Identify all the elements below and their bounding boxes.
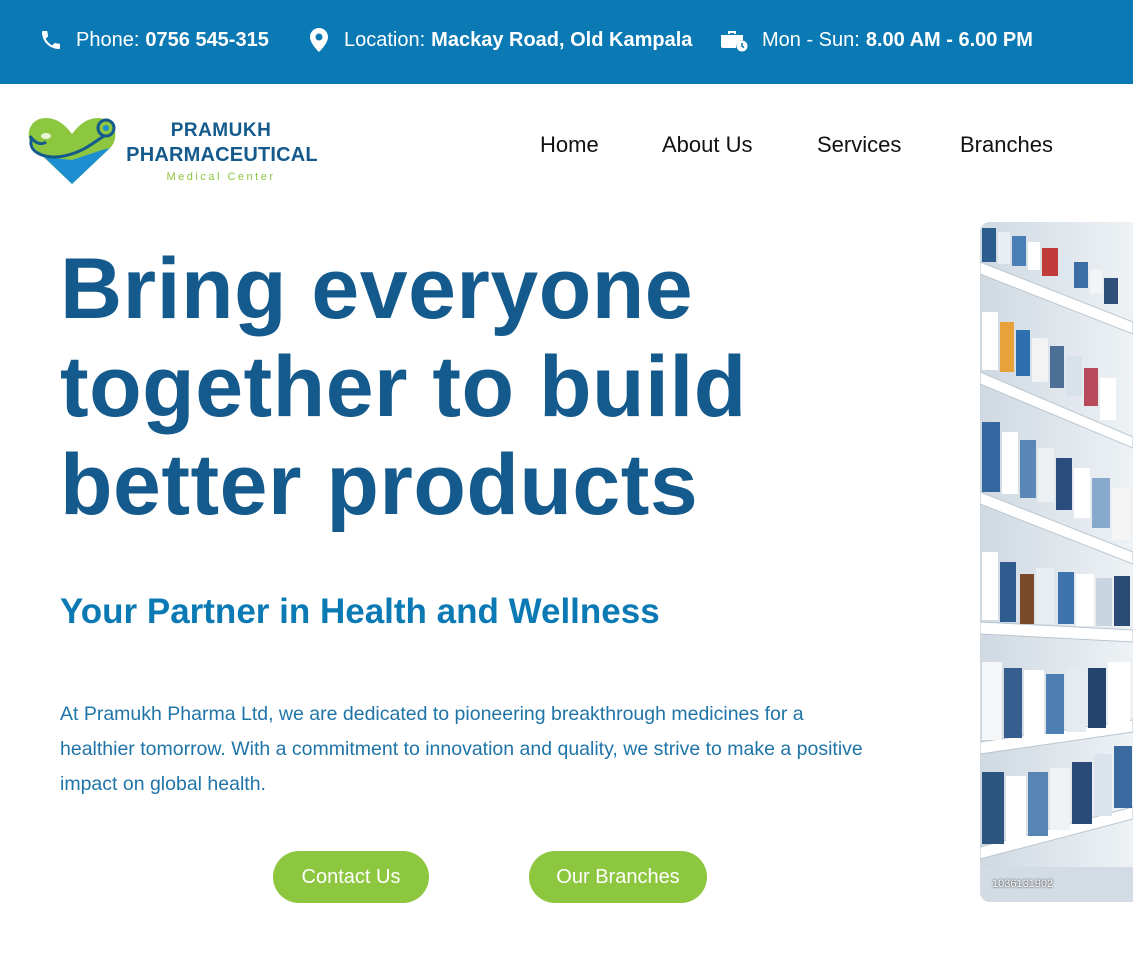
hero-description: At Pramukh Pharma Ltd, we are dedicated …: [60, 703, 863, 795]
site-logo[interactable]: PRAMUKH PHARMACEUTICAL Medical Center: [24, 112, 324, 186]
location-info[interactable]: Location: Mackay Road, Old Kampala: [306, 0, 692, 80]
hero-title-line3: better products: [60, 437, 699, 533]
pharmacy-shelves-illustration: [980, 222, 1133, 902]
hero-title-line2: together to build: [60, 339, 747, 435]
hours-value: 8.00 AM - 6.00 PM: [865, 28, 1033, 51]
hours-info: Mon - Sun: 8.00 AM - 6.00 PM: [718, 0, 1033, 80]
map-pin-icon: [306, 27, 332, 53]
hours-label: Mon - Sun:: [762, 28, 860, 51]
heart-stethoscope-logo-icon: [28, 118, 116, 184]
phone-icon: [38, 27, 64, 53]
location-value: Mackay Road, Old Kampala: [431, 28, 693, 51]
nav-item-about-us[interactable]: About Us: [662, 132, 753, 158]
logo-line2: PHARMACEUTICAL: [126, 144, 318, 166]
logo-line3: Medical Center: [166, 171, 276, 183]
phone-value: 0756 545-315: [145, 28, 269, 51]
phone-label: Phone:: [76, 28, 140, 51]
pharmacy-shelves-image: 1036131902: [980, 222, 1133, 902]
nav-item-branches[interactable]: Branches: [960, 132, 1053, 158]
logo-line1: PRAMUKH: [170, 120, 272, 141]
nav-item-services[interactable]: Services: [817, 132, 901, 158]
site-header: PRAMUKH PHARMACEUTICAL Medical Center Ho…: [0, 84, 1133, 212]
hero-subtitle: Your Partner in Health and Wellness: [60, 592, 660, 631]
contact-us-button[interactable]: Contact Us: [273, 851, 429, 903]
briefcase-clock-icon: [718, 27, 750, 53]
our-branches-button[interactable]: Our Branches: [529, 851, 707, 903]
phone-info[interactable]: Phone: 0756 545-315: [38, 0, 269, 80]
image-caption: 1036131902: [992, 878, 1054, 890]
top-info-bar: Phone: 0756 545-315 Location: Mackay Roa…: [0, 0, 1133, 84]
nav-item-home[interactable]: Home: [540, 132, 599, 158]
hero-title-line1: Bring everyone: [60, 241, 694, 337]
location-label: Location:: [344, 28, 426, 51]
hero-title: Bring everyone together to build better …: [60, 240, 920, 534]
